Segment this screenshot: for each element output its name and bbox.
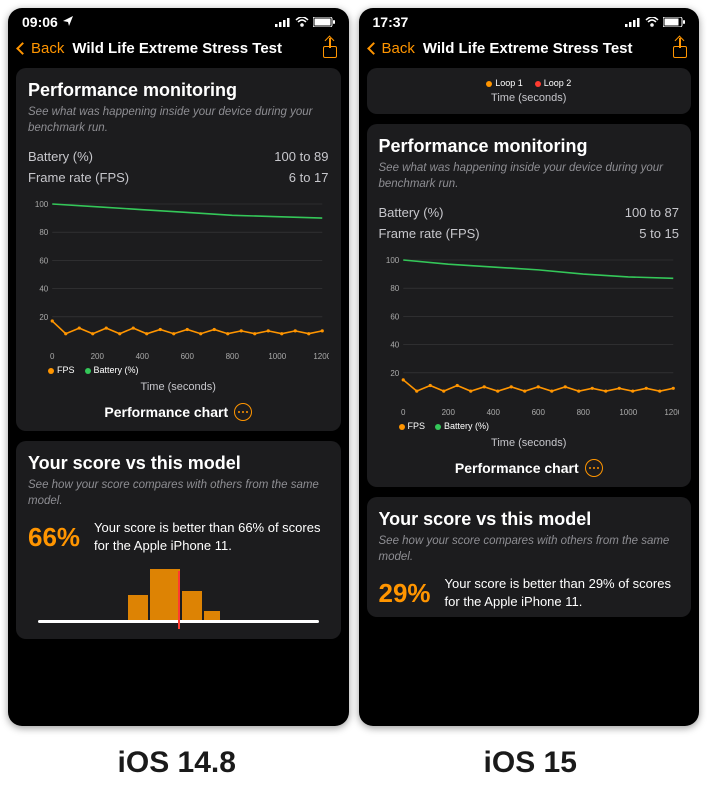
battery-value: 100 to 89 bbox=[274, 149, 328, 164]
svg-text:100: 100 bbox=[385, 256, 399, 265]
loop-legend: Loop 1 Loop 2 bbox=[377, 74, 682, 90]
x-axis-label: Time (seconds) bbox=[377, 92, 682, 104]
svg-text:1000: 1000 bbox=[268, 352, 286, 361]
score-heading: Your score vs this model bbox=[379, 509, 680, 530]
svg-text:1200: 1200 bbox=[313, 352, 328, 361]
fps-value: 6 to 17 bbox=[289, 170, 329, 185]
phone-left: 09:06 Back Wild bbox=[8, 8, 349, 726]
svg-text:60: 60 bbox=[390, 312, 399, 321]
score-card: Your score vs this model See how your sc… bbox=[367, 497, 692, 617]
svg-text:60: 60 bbox=[39, 256, 48, 265]
status-time: 09:06 bbox=[22, 14, 58, 30]
fps-value: 5 to 15 bbox=[639, 226, 679, 241]
svg-text:800: 800 bbox=[226, 352, 240, 361]
status-bar: 09:06 bbox=[8, 8, 349, 32]
battery-value: 100 to 87 bbox=[625, 205, 679, 220]
back-label: Back bbox=[31, 40, 64, 57]
svg-text:100: 100 bbox=[35, 200, 49, 209]
svg-text:1000: 1000 bbox=[619, 408, 637, 417]
chevron-left-icon bbox=[16, 42, 29, 55]
svg-text:400: 400 bbox=[486, 408, 500, 417]
svg-text:80: 80 bbox=[390, 284, 399, 293]
loop-card-bottom: Loop 1 Loop 2 Time (seconds) bbox=[367, 68, 692, 114]
performance-card: Performance monitoring See what was happ… bbox=[16, 68, 341, 431]
back-button[interactable]: Back bbox=[18, 40, 64, 57]
ellipsis-icon bbox=[234, 403, 252, 421]
svg-text:20: 20 bbox=[390, 369, 399, 378]
perf-link-label: Performance chart bbox=[455, 460, 579, 476]
battery-label: Battery (%) bbox=[28, 149, 93, 164]
phone-right: 17:37 Back Wild Life Extreme Stress Test bbox=[359, 8, 700, 726]
x-axis-label: Time (seconds) bbox=[28, 381, 329, 393]
svg-text:0: 0 bbox=[50, 352, 55, 361]
perf-heading: Performance monitoring bbox=[28, 80, 329, 101]
battery-stat: Battery (%) 100 to 89 bbox=[28, 146, 329, 167]
svg-text:600: 600 bbox=[531, 408, 545, 417]
score-subtext: See how your score compares with others … bbox=[379, 534, 680, 565]
nav-bar: Back Wild Life Extreme Stress Test bbox=[359, 32, 700, 68]
score-text: Your score is better than 66% of scores … bbox=[94, 519, 328, 555]
svg-text:0: 0 bbox=[401, 408, 406, 417]
svg-text:40: 40 bbox=[390, 341, 399, 350]
wifi-icon bbox=[295, 14, 309, 30]
location-icon bbox=[62, 14, 74, 30]
perf-heading: Performance monitoring bbox=[379, 136, 680, 157]
chart-legend: FPS Battery (%) bbox=[28, 365, 329, 375]
battery-icon bbox=[313, 14, 335, 30]
x-axis-label: Time (seconds) bbox=[379, 437, 680, 449]
score-percent: 29% bbox=[379, 578, 431, 609]
signal-icon bbox=[625, 14, 641, 30]
svg-text:40: 40 bbox=[39, 285, 48, 294]
performance-chart-button[interactable]: Performance chart bbox=[379, 459, 680, 477]
fps-stat: Frame rate (FPS) 5 to 15 bbox=[379, 223, 680, 244]
perf-chart: 20406080100020040060080010001200 bbox=[28, 198, 329, 363]
performance-chart-button[interactable]: Performance chart bbox=[28, 403, 329, 421]
status-bar: 17:37 bbox=[359, 8, 700, 32]
score-histogram bbox=[28, 569, 329, 629]
svg-text:80: 80 bbox=[39, 228, 48, 237]
page-title: Wild Life Extreme Stress Test bbox=[72, 40, 314, 57]
score-text: Your score is better than 29% of scores … bbox=[445, 575, 679, 611]
svg-text:800: 800 bbox=[576, 408, 590, 417]
status-time: 17:37 bbox=[373, 14, 409, 30]
chart-legend: FPS Battery (%) bbox=[379, 421, 680, 431]
svg-text:20: 20 bbox=[39, 313, 48, 322]
share-button[interactable] bbox=[321, 38, 339, 58]
perf-link-label: Performance chart bbox=[104, 404, 228, 420]
footer-label-right: iOS 15 bbox=[360, 736, 702, 792]
score-heading: Your score vs this model bbox=[28, 453, 329, 474]
back-button[interactable]: Back bbox=[369, 40, 415, 57]
svg-text:200: 200 bbox=[441, 408, 455, 417]
nav-bar: Back Wild Life Extreme Stress Test bbox=[8, 32, 349, 68]
svg-text:200: 200 bbox=[91, 352, 105, 361]
battery-icon bbox=[663, 14, 685, 30]
battery-stat: Battery (%) 100 to 87 bbox=[379, 202, 680, 223]
fps-stat: Frame rate (FPS) 6 to 17 bbox=[28, 167, 329, 188]
score-subtext: See how your score compares with others … bbox=[28, 478, 329, 509]
fps-label: Frame rate (FPS) bbox=[379, 226, 480, 241]
perf-subtext: See what was happening inside your devic… bbox=[28, 105, 329, 136]
wifi-icon bbox=[645, 14, 659, 30]
perf-subtext: See what was happening inside your devic… bbox=[379, 161, 680, 192]
footer-label-left: iOS 14.8 bbox=[6, 736, 348, 792]
svg-text:400: 400 bbox=[136, 352, 150, 361]
share-button[interactable] bbox=[671, 38, 689, 58]
performance-card: Performance monitoring See what was happ… bbox=[367, 124, 692, 487]
chevron-left-icon bbox=[367, 42, 380, 55]
your-score-marker bbox=[178, 571, 180, 629]
fps-label: Frame rate (FPS) bbox=[28, 170, 129, 185]
page-title: Wild Life Extreme Stress Test bbox=[423, 40, 665, 57]
battery-label: Battery (%) bbox=[379, 205, 444, 220]
back-label: Back bbox=[382, 40, 415, 57]
score-percent: 66% bbox=[28, 522, 80, 553]
svg-text:1200: 1200 bbox=[664, 408, 679, 417]
perf-chart: 20406080100020040060080010001200 bbox=[379, 254, 680, 419]
signal-icon bbox=[275, 14, 291, 30]
ellipsis-icon bbox=[585, 459, 603, 477]
svg-text:600: 600 bbox=[181, 352, 195, 361]
score-card: Your score vs this model See how your sc… bbox=[16, 441, 341, 639]
